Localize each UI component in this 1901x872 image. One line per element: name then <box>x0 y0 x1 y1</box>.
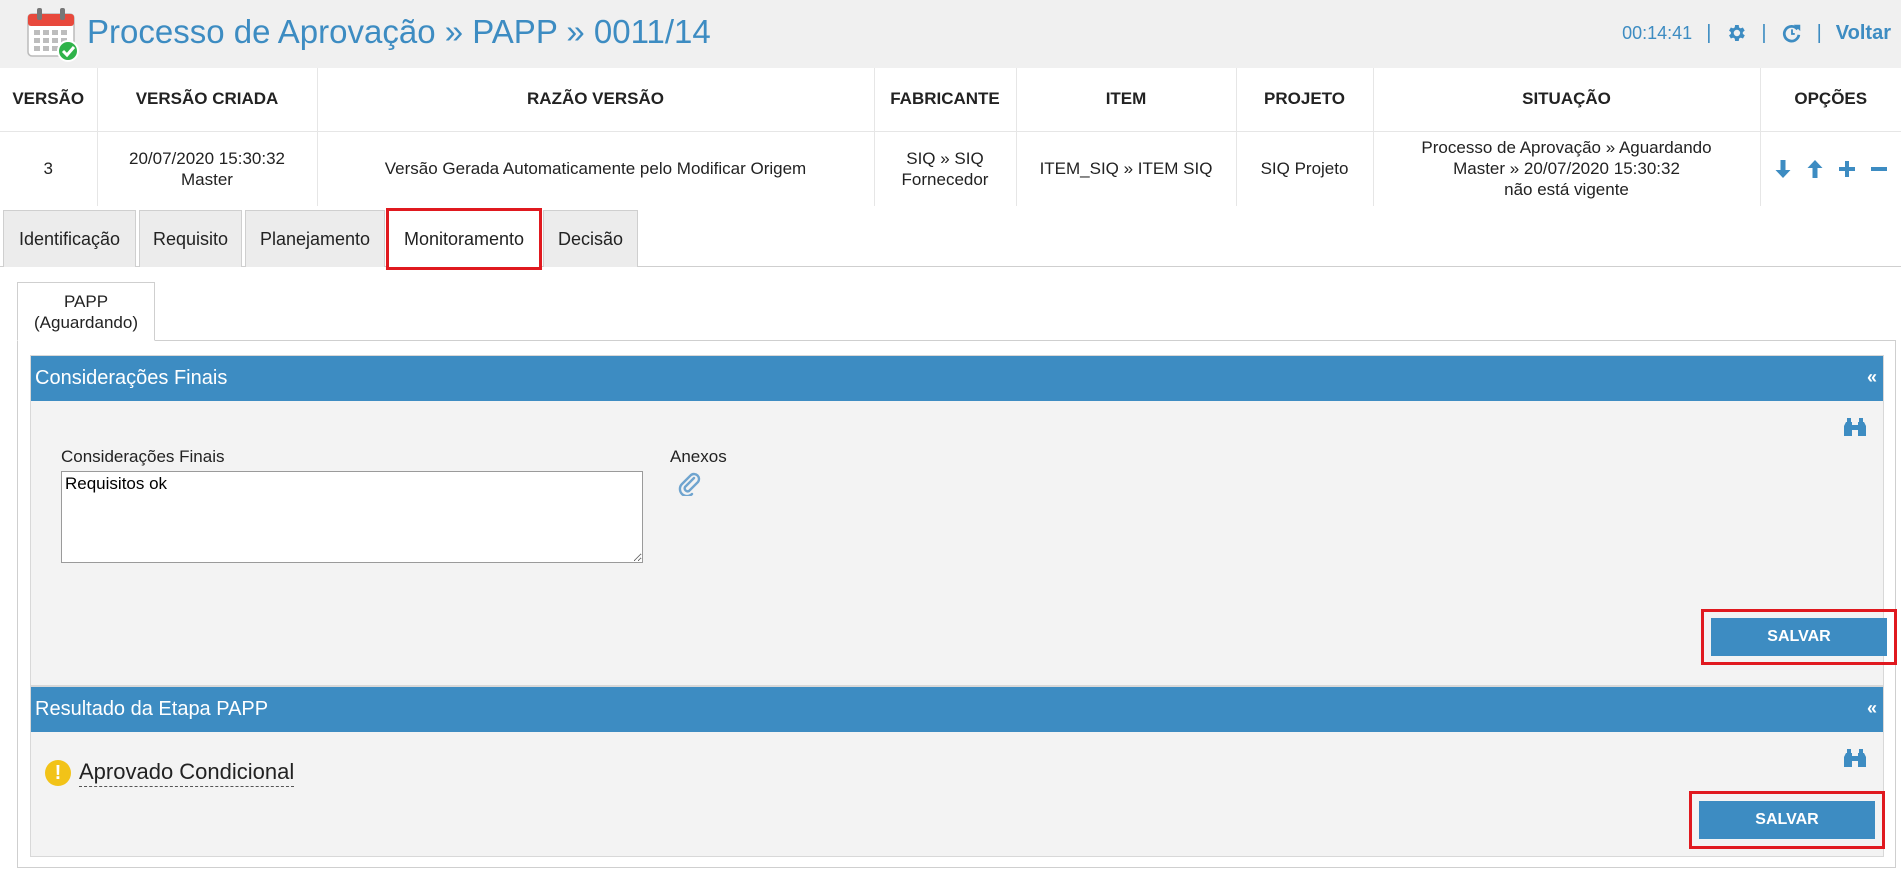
plus-icon[interactable] <box>1836 158 1858 180</box>
table-row: 3 20/07/2020 15:30:32 Master Versão Gera… <box>0 131 1901 206</box>
binoculars-icon[interactable] <box>1843 416 1867 438</box>
collapse-toggle[interactable]: « <box>1867 698 1877 719</box>
attachments-label: Anexos <box>670 447 727 466</box>
table-header-row: VERSÃO VERSÃO CRIADA RAZÃO VERSÃO FABRIC… <box>0 68 1901 132</box>
refresh-icon[interactable] <box>1781 22 1803 44</box>
save-final-considerations-button[interactable]: SALVAR <box>1711 618 1887 656</box>
col-header-options: OPÇÕES <box>1760 68 1901 132</box>
col-header-reason: RAZÃO VERSÃO <box>317 68 875 132</box>
col-header-manufacturer: FABRICANTE <box>874 68 1017 132</box>
subtab-papp[interactable]: PAPP (Aguardando) <box>17 282 155 341</box>
header-actions: 00:14:41 | | | Voltar <box>1622 18 1891 48</box>
cell-project: SIQ Projeto <box>1236 131 1374 206</box>
paperclip-icon[interactable] <box>676 470 702 496</box>
col-header-status: SITUAÇÃO <box>1373 68 1761 132</box>
col-header-item: ITEM <box>1016 68 1237 132</box>
cell-created: 20/07/2020 15:30:32 Master <box>97 131 318 206</box>
app-header: Processo de Aprovação » PAPP » 0011/14 0… <box>0 0 1901 68</box>
cell-reason: Versão Gerada Automaticamente pelo Modif… <box>317 131 875 206</box>
separator: | <box>1706 21 1712 44</box>
arrow-up-icon[interactable] <box>1804 158 1826 180</box>
section-header: Resultado da Etapa PAPP « <box>31 687 1883 732</box>
cell-manufacturer: SIQ » SIQ Fornecedor <box>874 131 1017 206</box>
section-header: Considerações Finais « <box>31 356 1883 401</box>
col-header-version: VERSÃO <box>0 68 98 132</box>
result-value[interactable]: Aprovado Condicional <box>79 759 295 787</box>
tab-monitoramento[interactable]: Monitoramento <box>386 208 542 270</box>
cell-item: ITEM_SIQ » ITEM SIQ <box>1016 131 1237 206</box>
manufacturer-name: SIQ » SIQ <box>906 148 984 168</box>
status-line: Processo de Aprovação » Aguardando <box>1421 138 1712 158</box>
final-considerations-textarea[interactable] <box>61 471 643 563</box>
subtab-label: PAPP <box>63 292 109 311</box>
collapse-toggle[interactable]: « <box>1867 367 1877 388</box>
separator: | <box>1761 21 1767 44</box>
tab-decisao[interactable]: Decisão <box>543 210 638 267</box>
binoculars-icon[interactable] <box>1843 747 1867 769</box>
final-considerations-label: Considerações Finais <box>61 447 225 466</box>
status-line: Master » 20/07/2020 15:30:32 <box>1453 159 1680 179</box>
minus-icon[interactable] <box>1868 158 1890 180</box>
manufacturer-type: Fornecedor <box>901 169 989 189</box>
section-title: Resultado da Etapa PAPP <box>35 698 269 720</box>
option-icons <box>1762 158 1901 180</box>
col-header-project: PROJETO <box>1236 68 1374 132</box>
tab-requisito[interactable]: Requisito <box>139 210 242 267</box>
stage-result-section: Resultado da Etapa PAPP « ! Aprovado Con… <box>30 686 1885 857</box>
save-stage-result-button[interactable]: SALVAR <box>1699 801 1875 839</box>
arrow-down-icon[interactable] <box>1772 158 1794 180</box>
warning-icon: ! <box>45 760 71 786</box>
cell-version: 3 <box>0 131 98 206</box>
created-by: Master <box>181 169 233 189</box>
page-title: Processo de Aprovação » PAPP » 0011/14 <box>87 13 711 50</box>
final-considerations-section: Considerações Finais « Considerações Fin… <box>30 355 1897 686</box>
section-title: Considerações Finais <box>35 367 228 389</box>
session-timer: 00:14:41 <box>1622 22 1693 43</box>
tab-planejamento[interactable]: Planejamento <box>245 210 385 267</box>
stage-result: ! Aprovado Condicional <box>45 759 295 787</box>
back-link[interactable]: Voltar <box>1836 22 1891 45</box>
separator: | <box>1816 21 1822 44</box>
version-table: VERSÃO VERSÃO CRIADA RAZÃO VERSÃO FABRIC… <box>0 68 1901 206</box>
cell-options <box>1760 131 1901 206</box>
status-line: não está vigente <box>1504 180 1629 200</box>
col-header-created: VERSÃO CRIADA <box>97 68 318 132</box>
gear-icon[interactable] <box>1725 22 1747 44</box>
created-date: 20/07/2020 15:30:32 <box>129 148 285 168</box>
cell-status: Processo de Aprovação » Aguardando Maste… <box>1373 131 1761 206</box>
tab-bar: Identificação Requisito Planejamento Mon… <box>0 208 1901 270</box>
tab-identificacao[interactable]: Identificação <box>3 210 136 267</box>
subtab-status: (Aguardando) <box>34 313 138 332</box>
calendar-check-icon <box>27 8 79 62</box>
